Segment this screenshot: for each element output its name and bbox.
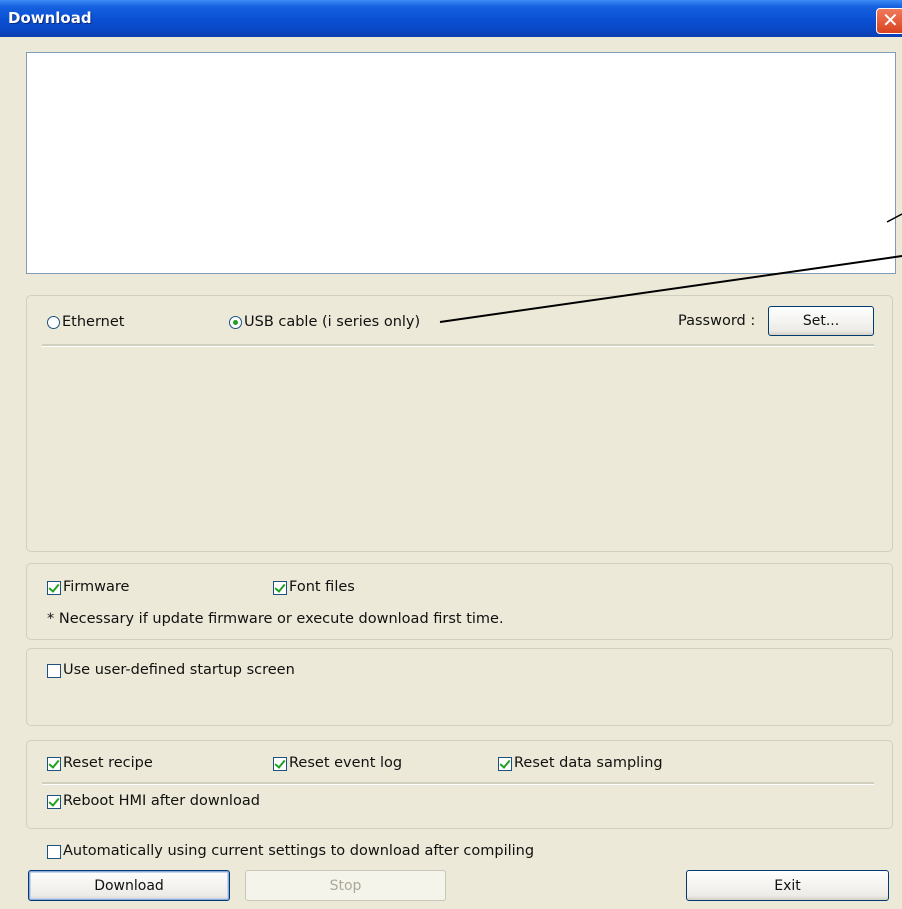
download-dialog: Download ✕ Ethernet USB cable (i series …: [0, 0, 902, 909]
annotation-pointer-line: [439, 213, 902, 323]
